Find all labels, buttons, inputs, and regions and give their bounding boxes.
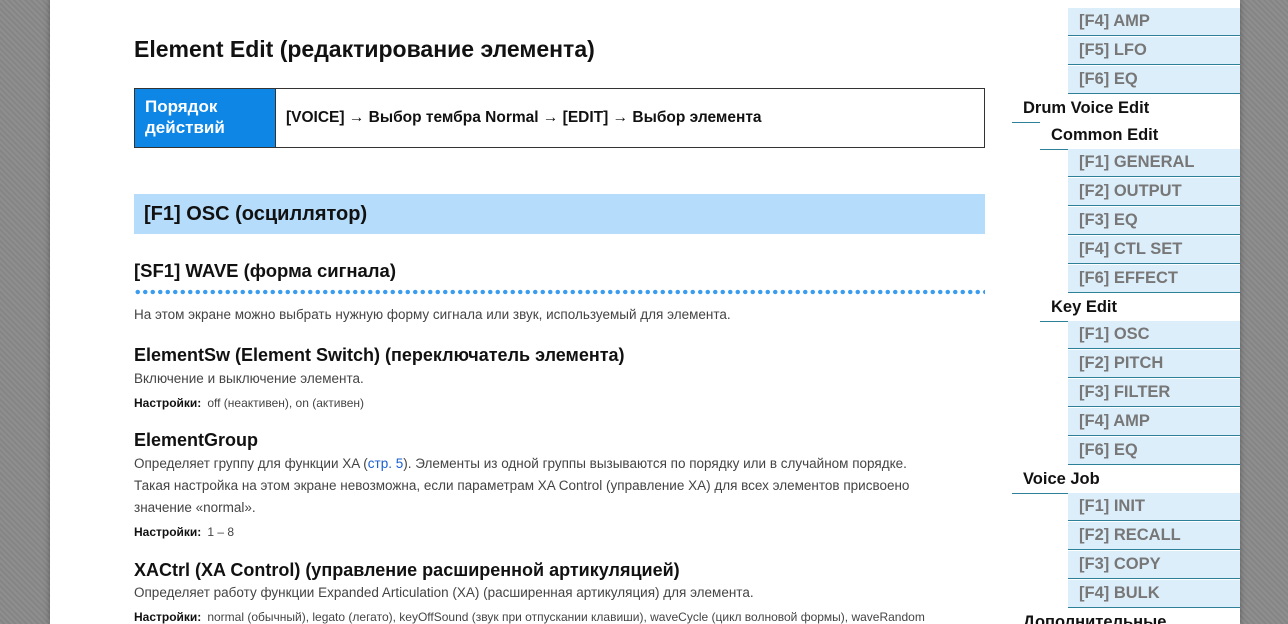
procedure-steps: [VOICE] → Выбор тембра Normal → [EDIT] →… <box>286 109 762 126</box>
param-xa-control-settings: Настройки: normal (обычный), legato (лега… <box>134 610 925 624</box>
sidebar-item-f6-eq[interactable]: [F6] EQ <box>1068 66 1240 94</box>
desc-text: ). Элементы из одной группы вызываются п… <box>403 456 907 471</box>
settings-values: 1 – 8 <box>207 525 235 539</box>
sidebar-item-voice-job[interactable]: Voice Job <box>1012 466 1240 494</box>
sidebar-item-f2-pitch[interactable]: [F2] PITCH <box>1068 350 1240 378</box>
sidebar-item-f2-output[interactable]: [F2] OUTPUT <box>1068 178 1240 206</box>
sidebar-item-f3-filter[interactable]: [F3] FILTER <box>1068 379 1240 407</box>
sidebar-item-additional[interactable]: Дополнительные <box>1012 609 1240 624</box>
param-xa-control-title: XACtrl (XA Control) (управление расширен… <box>134 560 680 580</box>
sidebar-item-f4-amp-key[interactable]: [F4] AMP <box>1068 408 1240 436</box>
section-title: [F1] OSC (осциллятор) <box>134 194 985 234</box>
settings-label: Настройки: <box>134 525 202 539</box>
subsection-title: [SF1] WAVE (форма сигнала) <box>134 260 396 281</box>
sidebar-item-drum-voice-edit[interactable]: Drum Voice Edit <box>1012 95 1240 123</box>
settings-values: normal (обычный), legato (легато), keyOf… <box>207 610 925 624</box>
procedure-box: Порядок действий [VOICE] → Выбор тембра … <box>134 88 985 148</box>
sidebar-item-f4-ctl-set[interactable]: [F4] CTL SET <box>1068 236 1240 264</box>
param-element-group-desc: Определяет группу для функции XA (стр. 5… <box>134 453 985 475</box>
dotted-divider <box>134 289 985 295</box>
sidebar-item-f3-copy[interactable]: [F3] COPY <box>1068 551 1240 579</box>
sidebar-item-common-edit[interactable]: Common Edit <box>1040 122 1240 150</box>
sidebar-item-f1-init[interactable]: [F1] INIT <box>1068 493 1240 521</box>
sidebar-item-f4-amp[interactable]: [F4] AMP <box>1068 8 1240 36</box>
page-reference-link[interactable]: стр. 5 <box>368 456 403 471</box>
param-element-group-settings: Настройки: 1 – 8 <box>134 525 234 539</box>
manual-page: Element Edit (редактирование элемента) П… <box>50 0 1240 624</box>
sidebar-item-f1-osc[interactable]: [F1] OSC <box>1068 321 1240 349</box>
param-xa-control-desc: Определяет работу функции Expanded Artic… <box>134 585 754 600</box>
procedure-label-line2: действий <box>145 118 225 137</box>
page-title: Element Edit (редактирование элемента) <box>134 36 595 62</box>
main-content: Element Edit (редактирование элемента) П… <box>134 0 985 624</box>
intro-text: На этом экране можно выбрать нужную форм… <box>134 307 731 322</box>
sidebar-item-key-edit[interactable]: Key Edit <box>1040 294 1240 322</box>
param-element-group-desc-line3: значение «normal». <box>134 500 256 515</box>
settings-label: Настройки: <box>134 396 202 410</box>
sidebar-item-f6-eq-key[interactable]: [F6] EQ <box>1068 437 1240 465</box>
param-element-switch-title: ElementSw (Element Switch) (переключател… <box>134 345 625 365</box>
sidebar-nav: [F4] AMP [F5] LFO [F6] EQ Drum Voice Edi… <box>1012 0 1240 624</box>
sidebar-item-f1-general[interactable]: [F1] GENERAL <box>1068 149 1240 177</box>
sidebar-item-f6-effect[interactable]: [F6] EFFECT <box>1068 265 1240 293</box>
desc-text: Определяет группу для функции XA ( <box>134 456 368 471</box>
param-element-group-title: ElementGroup <box>134 430 259 450</box>
sidebar-item-f2-recall[interactable]: [F2] RECALL <box>1068 522 1240 550</box>
param-element-group-desc-line2: Такая настройка на этом экране невозможн… <box>134 478 910 493</box>
sidebar-item-f5-lfo[interactable]: [F5] LFO <box>1068 37 1240 65</box>
sidebar-item-f3-eq[interactable]: [F3] EQ <box>1068 207 1240 235</box>
param-element-switch-desc: Включение и выключение элемента. <box>134 371 364 386</box>
param-element-switch-settings: Настройки: off (неактивен), on (активен) <box>134 396 364 410</box>
procedure-label-line1: Порядок <box>145 97 218 116</box>
procedure-label: Порядок действий <box>135 89 276 147</box>
settings-values: off (неактивен), on (активен) <box>207 396 365 410</box>
settings-label: Настройки: <box>134 610 202 624</box>
sidebar-item-f4-bulk[interactable]: [F4] BULK <box>1068 580 1240 608</box>
